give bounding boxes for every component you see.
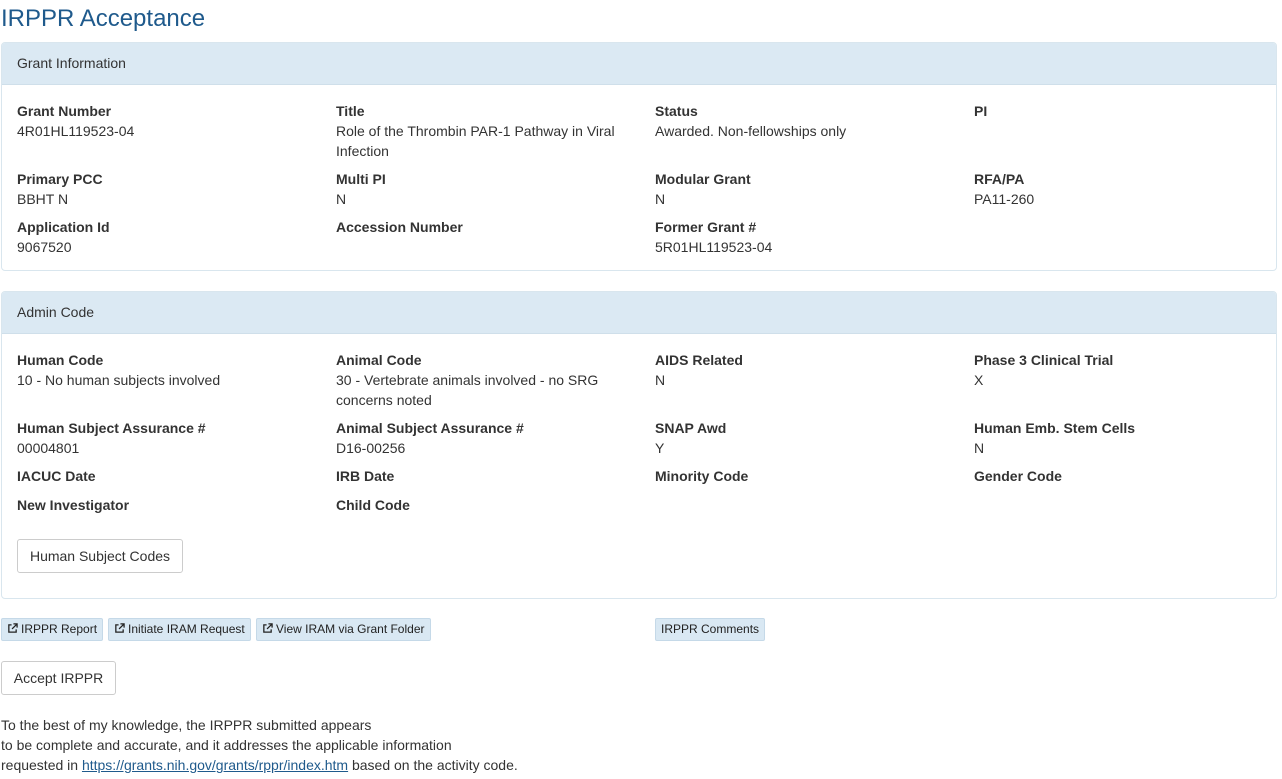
field-label: Minority Code bbox=[655, 468, 749, 484]
field-animal-code: Animal Code 30 - Vertebrate animals invo… bbox=[336, 350, 636, 410]
field-label: Former Grant # bbox=[655, 219, 757, 235]
field-label: IACUC Date bbox=[17, 468, 96, 484]
field-label: SNAP Awd bbox=[655, 420, 727, 436]
field-label: Multi PI bbox=[336, 171, 386, 187]
field-label: Gender Code bbox=[974, 468, 1062, 484]
admin-code-heading: Admin Code bbox=[2, 292, 1276, 334]
acceptance-notice: To the best of my knowledge, the IRPPR s… bbox=[1, 715, 621, 775]
field-label: Animal Subject Assurance # bbox=[336, 420, 524, 436]
field-label: IRB Date bbox=[336, 468, 395, 484]
notice-line-3-suffix: based on the activity code. bbox=[348, 757, 518, 773]
field-label: PI bbox=[974, 103, 988, 119]
irppr-comments-button[interactable]: IRPPR Comments bbox=[655, 618, 766, 641]
field-value: N bbox=[336, 191, 347, 207]
external-link-icon bbox=[263, 623, 273, 633]
initiate-iram-request-button[interactable]: Initiate IRAM Request bbox=[108, 618, 251, 641]
field-value: 00004801 bbox=[17, 440, 80, 456]
field-value: X bbox=[974, 372, 984, 388]
field-label: Phase 3 Clinical Trial bbox=[974, 352, 1114, 368]
field-value: 30 - Vertebrate animals involved - no SR… bbox=[336, 372, 599, 408]
field-label: AIDS Related bbox=[655, 352, 743, 368]
field-irb-date: IRB Date bbox=[336, 466, 636, 486]
field-label: Animal Code bbox=[336, 352, 422, 368]
field-pi: PI bbox=[974, 101, 1274, 121]
field-value: PA11-260 bbox=[974, 191, 1035, 207]
page-title: IRPPR Acceptance bbox=[1, 5, 206, 32]
field-gender-code: Gender Code bbox=[974, 466, 1274, 486]
field-value: D16-00256 bbox=[336, 440, 406, 456]
field-title: Title Role of the Thrombin PAR-1 Pathway… bbox=[336, 101, 636, 161]
field-value: BBHT N bbox=[17, 191, 69, 207]
field-multi-pi: Multi PI N bbox=[336, 169, 636, 209]
field-aids-related: AIDS Related N bbox=[655, 350, 955, 390]
field-minority-code: Minority Code bbox=[655, 466, 955, 486]
human-subject-codes-button[interactable]: Human Subject Codes bbox=[17, 539, 183, 573]
initiate-iram-request-label: Initiate IRAM Request bbox=[128, 622, 245, 636]
field-grant-number: Grant Number 4R01HL119523-04 bbox=[17, 101, 317, 141]
accept-irppr-button[interactable]: Accept IRPPR bbox=[1, 661, 116, 695]
field-former-grant: Former Grant # 5R01HL119523-04 bbox=[655, 217, 955, 257]
field-label: Child Code bbox=[336, 497, 410, 513]
field-value: 10 - No human subjects involved bbox=[17, 372, 221, 388]
notice-line-3-prefix: requested in bbox=[1, 757, 82, 773]
field-iacuc-date: IACUC Date bbox=[17, 466, 317, 486]
field-value: N bbox=[974, 440, 985, 456]
field-value: Y bbox=[655, 440, 665, 456]
field-status: Status Awarded. Non-fellowships only bbox=[655, 101, 955, 141]
field-new-investigator: New Investigator bbox=[17, 495, 317, 515]
field-label: Accession Number bbox=[336, 219, 463, 235]
irppr-report-button[interactable]: IRPPR Report bbox=[1, 618, 104, 641]
irppr-comments-label: IRPPR Comments bbox=[661, 622, 760, 636]
external-link-icon bbox=[115, 623, 125, 633]
field-accession-number: Accession Number bbox=[336, 217, 636, 237]
field-child-code: Child Code bbox=[336, 495, 636, 515]
field-phase3-clinical-trial: Phase 3 Clinical Trial X bbox=[974, 350, 1274, 390]
field-primary-pcc: Primary PCC BBHT N bbox=[17, 169, 317, 209]
field-value: 9067520 bbox=[17, 239, 72, 255]
field-animal-subject-assurance: Animal Subject Assurance # D16-00256 bbox=[336, 418, 636, 458]
field-label: Primary PCC bbox=[17, 171, 103, 187]
field-label: Human Subject Assurance # bbox=[17, 420, 206, 436]
view-iram-grant-folder-button[interactable]: View IRAM via Grant Folder bbox=[256, 618, 431, 641]
field-label: Application Id bbox=[17, 219, 110, 235]
irppr-report-label: IRPPR Report bbox=[21, 622, 98, 636]
field-value: Role of the Thrombin PAR-1 Pathway in Vi… bbox=[336, 123, 615, 159]
grant-information-heading: Grant Information bbox=[2, 43, 1276, 85]
view-iram-label: View IRAM via Grant Folder bbox=[276, 622, 425, 636]
field-value: 5R01HL119523-04 bbox=[655, 239, 773, 255]
field-label: Grant Number bbox=[17, 103, 112, 119]
field-label: New Investigator bbox=[17, 497, 130, 513]
field-value: 4R01HL119523-04 bbox=[17, 123, 135, 139]
field-human-code: Human Code 10 - No human subjects involv… bbox=[17, 350, 317, 390]
field-human-subject-assurance: Human Subject Assurance # 00004801 bbox=[17, 418, 317, 458]
grant-information-panel: Grant Information Grant Number 4R01HL119… bbox=[1, 42, 1277, 271]
external-link-icon bbox=[8, 623, 18, 633]
field-modular-grant: Modular Grant N bbox=[655, 169, 955, 209]
admin-code-panel: Admin Code Human Code 10 - No human subj… bbox=[1, 291, 1277, 599]
field-human-emb-stem-cells: Human Emb. Stem Cells N bbox=[974, 418, 1274, 458]
field-label: RFA/PA bbox=[974, 171, 1025, 187]
field-application-id: Application Id 9067520 bbox=[17, 217, 317, 257]
notice-line-2: to be complete and accurate, and it addr… bbox=[1, 737, 452, 753]
field-label: Human Emb. Stem Cells bbox=[974, 420, 1136, 436]
notice-line-3: requested in https://grants.nih.gov/gran… bbox=[1, 755, 621, 775]
field-label: Human Code bbox=[17, 352, 104, 368]
field-label: Title bbox=[336, 103, 365, 119]
field-value: N bbox=[655, 372, 666, 388]
field-rfa-pa: RFA/PA PA11-260 bbox=[974, 169, 1274, 209]
field-label: Modular Grant bbox=[655, 171, 751, 187]
field-label: Status bbox=[655, 103, 698, 119]
field-snap-awd: SNAP Awd Y bbox=[655, 418, 955, 458]
notice-line-1: To the best of my knowledge, the IRPPR s… bbox=[1, 717, 372, 733]
field-value: N bbox=[655, 191, 666, 207]
rppr-guidance-link[interactable]: https://grants.nih.gov/grants/rppr/index… bbox=[82, 757, 348, 773]
field-value: Awarded. Non-fellowships only bbox=[655, 123, 847, 139]
